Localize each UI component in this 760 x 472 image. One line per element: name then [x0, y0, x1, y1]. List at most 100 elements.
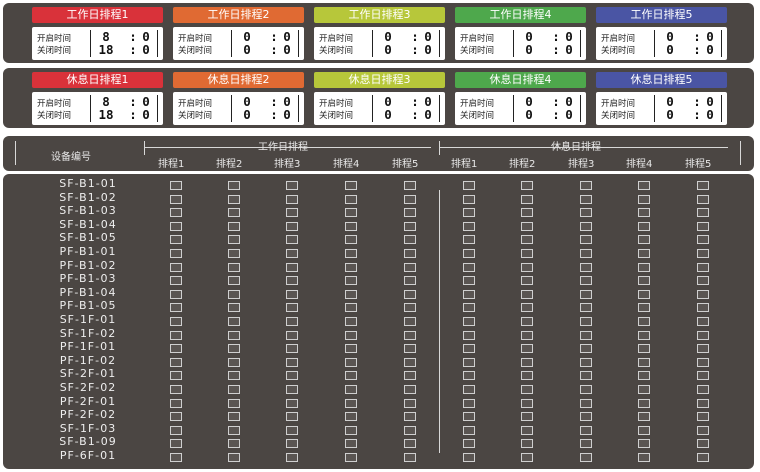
- close-hour-field[interactable]: 0: [657, 108, 683, 121]
- workday-schedule-checkbox[interactable]: [228, 385, 240, 394]
- close-hour-field[interactable]: 18: [93, 108, 119, 121]
- restday-schedule-checkbox[interactable]: [463, 398, 475, 408]
- workday-schedule-checkbox[interactable]: [286, 385, 298, 394]
- restday-schedule-checkbox[interactable]: [697, 235, 709, 245]
- restday-schedule-checkbox[interactable]: [463, 194, 475, 204]
- restday-schedule-checkbox[interactable]: [580, 453, 592, 462]
- workday-schedule-checkbox[interactable]: [228, 412, 240, 422]
- restday-schedule-checkbox[interactable]: [463, 249, 475, 258]
- restday-schedule-checkbox[interactable]: [580, 303, 592, 313]
- close-minute-field[interactable]: 0: [422, 108, 434, 121]
- workday-schedule-checkbox[interactable]: [286, 235, 298, 245]
- restday-schedule-checkbox[interactable]: [463, 344, 475, 354]
- restday-schedule-checkbox[interactable]: [580, 208, 592, 218]
- restday-schedule-checkbox[interactable]: [638, 208, 650, 218]
- workday-schedule-checkbox[interactable]: [345, 453, 357, 462]
- restday-schedule-checkbox[interactable]: [697, 303, 709, 313]
- restday-schedule-checkbox[interactable]: [463, 262, 475, 272]
- workday-schedule-checkbox[interactable]: [286, 262, 298, 272]
- workday-schedule-checkbox[interactable]: [170, 276, 182, 286]
- workday-schedule-checkbox[interactable]: [345, 330, 357, 340]
- workday-schedule-checkbox[interactable]: [170, 208, 182, 218]
- workday-schedule-checkbox[interactable]: [286, 453, 298, 462]
- restday-schedule-checkbox[interactable]: [638, 385, 650, 394]
- workday-schedule-checkbox[interactable]: [345, 289, 357, 299]
- workday-schedule-checkbox[interactable]: [286, 439, 298, 449]
- restday-schedule-checkbox[interactable]: [580, 317, 592, 326]
- workday-schedule-checkbox[interactable]: [170, 194, 182, 204]
- rest_schedules-card[interactable]: 休息日排程3 开启时间 关闭时间 0:0 0:0: [314, 72, 445, 125]
- workday-schedule-checkbox[interactable]: [404, 412, 416, 422]
- restday-schedule-checkbox[interactable]: [463, 317, 475, 326]
- schedule-title[interactable]: 休息日排程2: [173, 72, 304, 88]
- workday-schedule-checkbox[interactable]: [345, 208, 357, 218]
- workday-schedule-checkbox[interactable]: [170, 330, 182, 340]
- workday-schedule-checkbox[interactable]: [404, 317, 416, 326]
- restday-schedule-checkbox[interactable]: [463, 357, 475, 367]
- restday-schedule-checkbox[interactable]: [580, 221, 592, 231]
- restday-schedule-checkbox[interactable]: [521, 398, 533, 408]
- workday-schedule-checkbox[interactable]: [286, 425, 298, 435]
- workday-schedule-checkbox[interactable]: [170, 412, 182, 422]
- work_schedules-card[interactable]: 工作日排程4 开启时间 关闭时间 0:0 0:0: [455, 7, 586, 60]
- restday-schedule-checkbox[interactable]: [521, 194, 533, 204]
- restday-schedule-checkbox[interactable]: [638, 303, 650, 313]
- restday-schedule-checkbox[interactable]: [580, 181, 592, 190]
- restday-schedule-checkbox[interactable]: [463, 181, 475, 190]
- restday-schedule-checkbox[interactable]: [521, 276, 533, 286]
- workday-schedule-checkbox[interactable]: [404, 262, 416, 272]
- workday-schedule-checkbox[interactable]: [404, 385, 416, 394]
- workday-schedule-checkbox[interactable]: [170, 262, 182, 272]
- workday-schedule-checkbox[interactable]: [228, 194, 240, 204]
- workday-schedule-checkbox[interactable]: [228, 181, 240, 190]
- restday-schedule-checkbox[interactable]: [580, 344, 592, 354]
- schedule-title[interactable]: 休息日排程3: [314, 72, 445, 88]
- workday-schedule-checkbox[interactable]: [228, 344, 240, 354]
- restday-schedule-checkbox[interactable]: [463, 330, 475, 340]
- workday-schedule-checkbox[interactable]: [345, 412, 357, 422]
- restday-schedule-checkbox[interactable]: [638, 412, 650, 422]
- close-minute-field[interactable]: 0: [422, 43, 434, 56]
- workday-schedule-checkbox[interactable]: [404, 303, 416, 313]
- close-hour-field[interactable]: 0: [234, 108, 260, 121]
- workday-schedule-checkbox[interactable]: [345, 221, 357, 231]
- workday-schedule-checkbox[interactable]: [345, 249, 357, 258]
- schedule-title[interactable]: 工作日排程5: [596, 7, 727, 23]
- workday-schedule-checkbox[interactable]: [170, 317, 182, 326]
- workday-schedule-checkbox[interactable]: [170, 249, 182, 258]
- restday-schedule-checkbox[interactable]: [463, 303, 475, 313]
- workday-schedule-checkbox[interactable]: [286, 181, 298, 190]
- workday-schedule-checkbox[interactable]: [286, 398, 298, 408]
- workday-schedule-checkbox[interactable]: [404, 181, 416, 190]
- schedule-title[interactable]: 工作日排程4: [455, 7, 586, 23]
- restday-schedule-checkbox[interactable]: [697, 181, 709, 190]
- restday-schedule-checkbox[interactable]: [697, 344, 709, 354]
- workday-schedule-checkbox[interactable]: [286, 412, 298, 422]
- restday-schedule-checkbox[interactable]: [638, 181, 650, 190]
- workday-schedule-checkbox[interactable]: [228, 439, 240, 449]
- work_schedules-card[interactable]: 工作日排程2 开启时间 关闭时间 0:0 0:0: [173, 7, 304, 60]
- restday-schedule-checkbox[interactable]: [580, 249, 592, 258]
- workday-schedule-checkbox[interactable]: [345, 181, 357, 190]
- restday-schedule-checkbox[interactable]: [697, 371, 709, 381]
- workday-schedule-checkbox[interactable]: [345, 262, 357, 272]
- workday-schedule-checkbox[interactable]: [345, 398, 357, 408]
- workday-schedule-checkbox[interactable]: [170, 235, 182, 245]
- workday-schedule-checkbox[interactable]: [170, 221, 182, 231]
- workday-schedule-checkbox[interactable]: [170, 385, 182, 394]
- restday-schedule-checkbox[interactable]: [580, 412, 592, 422]
- workday-schedule-checkbox[interactable]: [286, 357, 298, 367]
- workday-schedule-checkbox[interactable]: [286, 249, 298, 258]
- restday-schedule-checkbox[interactable]: [521, 412, 533, 422]
- workday-schedule-checkbox[interactable]: [228, 303, 240, 313]
- workday-schedule-checkbox[interactable]: [286, 276, 298, 286]
- restday-schedule-checkbox[interactable]: [638, 344, 650, 354]
- close-minute-field[interactable]: 0: [704, 108, 716, 121]
- restday-schedule-checkbox[interactable]: [697, 398, 709, 408]
- workday-schedule-checkbox[interactable]: [404, 398, 416, 408]
- workday-schedule-checkbox[interactable]: [286, 194, 298, 204]
- restday-schedule-checkbox[interactable]: [521, 303, 533, 313]
- close-hour-field[interactable]: 0: [657, 43, 683, 56]
- restday-schedule-checkbox[interactable]: [521, 425, 533, 435]
- workday-schedule-checkbox[interactable]: [170, 303, 182, 313]
